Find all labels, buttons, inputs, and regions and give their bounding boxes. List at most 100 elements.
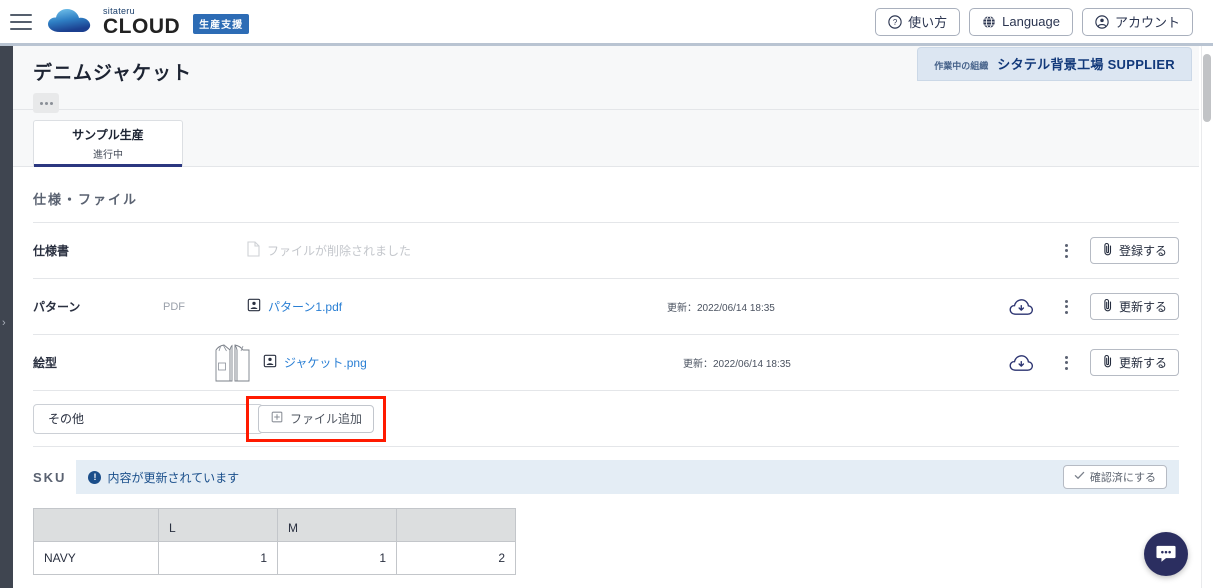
hamburger-menu-icon[interactable] [10,13,32,30]
sku-header-cell: M [277,508,397,542]
check-icon [1074,470,1085,484]
org-name: シタテル背景工場 SUPPLIER [997,57,1175,72]
application-window: sitateru CLOUD 生産支援 ? 使い方 Language アカウント… [0,0,1213,588]
sku-header-cell [396,508,516,542]
file-row-pattern: パターン PDF パターン1.pdf 更新：2022/06/14 18:35 更… [33,279,1179,335]
sidebar-expand-chevron-icon[interactable]: › [2,318,6,329]
update-file-button-label: 更新する [1118,356,1167,370]
file-row-date: 更新：2022/06/14 18:35 [667,303,775,314]
file-row-other: その他 ファイル追加 [33,391,1179,447]
file-row-file: パターン1.pdf [247,298,667,315]
register-file-button-label: 登録する [1118,244,1167,258]
left-sidebar-rail[interactable]: › [0,46,13,588]
tab-bar: サンプル生産 進行中 [13,110,1199,167]
files-section-heading: 仕様・ファイル [33,167,1179,223]
file-row-label: パターン [33,300,81,314]
file-row-label: 絵型 [33,356,58,370]
mark-confirmed-button-label: 確認済にする [1089,472,1156,484]
file-row-label: 仕様書 [33,244,70,258]
question-circle-icon: ? [888,14,902,29]
account-button[interactable]: アカウント [1081,7,1193,36]
top-action-buttons: ? 使い方 Language アカウント [875,7,1213,36]
vertical-scrollbar-thumb[interactable] [1203,54,1211,122]
chat-support-button[interactable] [1144,532,1188,576]
sku-header-bar: SKU ! 内容が更新されています 確認済にする [33,460,1179,494]
help-button[interactable]: ? 使い方 [875,7,961,36]
sku-notice-text: 内容が更新されています [107,470,240,485]
file-row-action: 更新する [1087,349,1179,376]
file-deleted-state: ファイルが削除されました [247,241,411,260]
logo-wordmark: sitateru CLOUD [103,6,181,38]
paperclip-icon [1102,298,1114,315]
sku-qty-cell: 1 [277,541,397,575]
file-row-filename: ファイルが削除されました [267,244,412,258]
add-file-button[interactable]: ファイル追加 [258,404,375,433]
jacket-thumbnail-image[interactable] [205,341,263,385]
file-row-filename-link[interactable]: ジャケット.png [284,354,367,371]
file-category-select[interactable]: その他 [33,403,263,434]
logo-main-text: CLOUD [103,14,181,38]
cloud-download-icon [1009,298,1033,315]
update-file-button[interactable]: 更新する [1089,293,1179,320]
account-circle-icon [1095,14,1109,29]
add-file-icon [270,410,284,427]
tab-label: サンプル生産 [72,128,144,142]
vertical-scrollbar-track[interactable] [1203,50,1211,588]
sku-header-cell: L [158,508,278,542]
sku-table-header-row: L M [33,508,516,542]
sku-qty-cell: 2 [396,541,516,575]
file-row-menu-button[interactable] [1045,243,1087,258]
current-organization-badge: 作業中の組織 シタテル背景工場 SUPPLIER [918,48,1191,80]
file-row-filename-link[interactable]: パターン1.pdf [268,298,342,315]
file-row-download-button[interactable] [997,354,1045,372]
page-title-block: デニムジャケット 作業中の組織 シタテル背景工場 SUPPLIER [13,46,1199,113]
cloud-download-icon [1009,354,1033,371]
file-row-menu-button[interactable] [1045,299,1087,314]
more-options-button[interactable] [33,93,59,113]
file-row-menu-button[interactable] [1045,355,1087,370]
sku-header-cell [33,508,159,542]
info-icon: ! [88,470,102,484]
top-header-bar: sitateru CLOUD 生産支援 ? 使い方 Language アカウント [0,0,1213,46]
globe-icon [982,15,996,29]
sku-qty-cell: 1 [158,541,278,575]
logo-badge: 生産支援 [193,14,250,35]
file-type-icon [247,298,261,315]
paperclip-icon [1102,354,1114,371]
sku-notice-content: ! 内容が更新されています [88,469,239,486]
page-content: デニムジャケット 作業中の組織 シタテル背景工場 SUPPLIER サンプル生産… [13,46,1199,588]
org-label: 作業中の組織 [934,61,989,71]
sku-update-notice: ! 内容が更新されています 確認済にする [76,460,1179,494]
add-file-button-label: ファイル追加 [290,412,363,426]
file-row-date: 更新：2022/06/14 18:35 [683,359,791,370]
file-row-spec: 仕様書 ファイルが削除されました 登録する [33,223,1179,279]
update-file-button-label: 更新する [1118,300,1167,314]
file-row-download-button[interactable] [997,298,1045,316]
file-row-action: 更新する [1087,293,1179,320]
files-section: 仕様・ファイル 仕様書 ファイルが削除されました 登録する パターン PDF パ… [13,167,1199,447]
file-row-action: 登録する [1087,237,1179,264]
add-file-highlight-box: ファイル追加 [246,395,387,442]
svg-text:?: ? [893,18,898,27]
file-row-sketch: 絵型 ジャケット.png 更新：2022/06/14 18:35 更新する [33,335,1179,391]
page-right-border [1201,46,1202,588]
file-row-file: ファイルが削除されました [247,241,667,260]
cloud-logo-icon [48,8,96,35]
language-button-label: Language [1002,14,1060,29]
register-file-button[interactable]: 登録する [1089,237,1179,264]
chat-bubble-icon [1156,545,1176,562]
account-button-label: アカウント [1114,15,1180,30]
file-category-select-value: その他 [48,412,85,426]
file-row-kind: PDF [163,300,185,313]
language-button[interactable]: Language [969,7,1073,36]
sku-label: SKU [33,469,67,485]
document-icon [247,241,260,260]
sku-table: L M NAVY 1 1 2 [33,508,516,575]
mark-confirmed-button[interactable]: 確認済にする [1062,465,1167,489]
sku-table-row: NAVY 1 1 2 [33,541,516,575]
app-logo[interactable]: sitateru CLOUD 生産支援 [48,6,250,38]
update-file-button[interactable]: 更新する [1089,349,1179,376]
file-type-icon [263,354,277,371]
tab-sample-production[interactable]: サンプル生産 進行中 [33,120,183,167]
sku-section: SKU ! 内容が更新されています 確認済にする L M NAVY 1 1 2 [13,460,1199,575]
